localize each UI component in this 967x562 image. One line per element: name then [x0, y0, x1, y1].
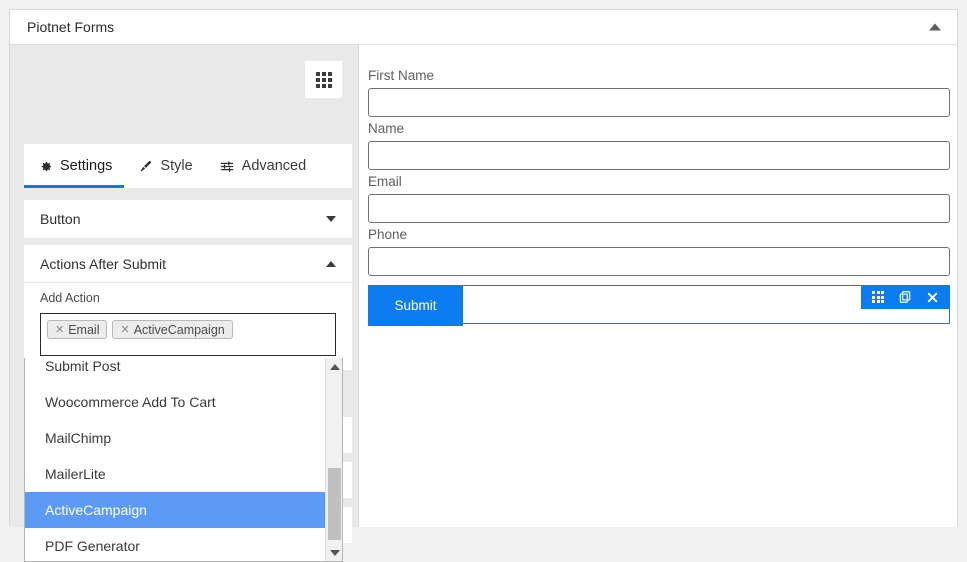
form-preview-panel: First Name Name Email Phone Submit	[359, 45, 957, 527]
input-first-name[interactable]	[368, 88, 950, 117]
chevron-up-icon[interactable]	[929, 23, 941, 31]
settings-panel: Settings Style Advanced Button Actions A…	[10, 45, 359, 562]
tab-settings-label: Settings	[60, 158, 113, 174]
add-action-dropdown[interactable]: Submit Post Woocommerce Add To Cart Mail…	[24, 358, 343, 562]
close-icon[interactable]: ✕	[120, 323, 129, 336]
submit-element-wrapper[interactable]: Submit	[368, 285, 950, 326]
caret-up-icon	[326, 260, 336, 267]
chip-email[interactable]: ✕ Email	[47, 320, 108, 339]
dropdown-option-mailerlite[interactable]: MailerLite	[25, 456, 325, 492]
submit-button[interactable]: Submit	[368, 285, 463, 326]
label-name: Name	[368, 121, 405, 136]
tab-settings[interactable]: Settings	[24, 144, 125, 188]
piotnet-forms-editor: Piotnet Forms Settings Style Advanced Bu…	[9, 9, 958, 562]
paintbrush-icon	[138, 159, 153, 174]
input-email[interactable]	[368, 194, 950, 223]
input-phone[interactable]	[368, 247, 950, 276]
dropdown-option-activecampaign[interactable]: ActiveCampaign	[25, 492, 325, 528]
grid-view-button[interactable]	[305, 61, 342, 98]
section-button-label: Button	[40, 211, 81, 227]
add-action-label: Add Action	[40, 291, 100, 305]
editor-body: Settings Style Advanced Button Actions A…	[10, 45, 957, 562]
dropdown-option-woocommerce-add-to-cart[interactable]: Woocommerce Add To Cart	[25, 384, 325, 420]
scroll-down-button[interactable]	[326, 544, 342, 561]
tab-style-label: Style	[160, 158, 193, 174]
window-title: Piotnet Forms	[27, 19, 115, 35]
duplicate-element-button[interactable]	[898, 290, 912, 304]
form-preview: First Name Name Email Phone Submit	[368, 68, 950, 326]
sliders-icon	[219, 159, 235, 174]
scrollbar-thumb[interactable]	[328, 468, 341, 540]
grid-icon	[872, 291, 884, 303]
chip-activecampaign[interactable]: ✕ ActiveCampaign	[112, 320, 233, 339]
settings-tabs: Settings Style Advanced	[24, 144, 352, 188]
label-phone: Phone	[368, 227, 408, 242]
tab-advanced-label: Advanced	[241, 158, 307, 174]
tab-advanced[interactable]: Advanced	[205, 144, 319, 188]
dropdown-option-pdf-generator[interactable]: PDF Generator	[25, 528, 325, 561]
chip-activecampaign-label: ActiveCampaign	[133, 322, 225, 337]
label-first-name: First Name	[368, 68, 435, 83]
triangle-up-icon	[329, 363, 340, 370]
label-email: Email	[368, 174, 402, 189]
edit-element-button[interactable]	[872, 291, 884, 303]
chip-email-label: Email	[68, 322, 100, 337]
dropdown-option-mailchimp[interactable]: MailChimp	[25, 420, 325, 456]
gear-icon	[38, 159, 53, 174]
add-action-option-list: Submit Post Woocommerce Add To Cart Mail…	[25, 358, 325, 561]
delete-element-button[interactable]	[926, 291, 939, 304]
triangle-down-icon	[329, 549, 340, 556]
input-name[interactable]	[368, 141, 950, 170]
dropdown-scrollbar[interactable]	[325, 358, 342, 561]
tab-style[interactable]: Style	[124, 144, 204, 188]
caret-down-icon	[326, 216, 336, 222]
grid-icon	[315, 71, 332, 88]
element-toolbar	[861, 285, 950, 309]
dropdown-option-submit-post[interactable]: Submit Post	[25, 358, 325, 384]
section-actions-label: Actions After Submit	[40, 255, 167, 272]
section-button[interactable]: Button	[24, 200, 352, 238]
close-icon[interactable]: ✕	[55, 323, 64, 336]
section-actions-after-submit[interactable]: Actions After Submit	[24, 245, 352, 283]
window-titlebar: Piotnet Forms	[10, 10, 957, 45]
add-action-tag-input[interactable]: ✕ Email ✕ ActiveCampaign	[40, 313, 336, 356]
scroll-up-button[interactable]	[326, 358, 342, 375]
add-action-block: Add Action ✕ Email ✕ ActiveCampaign	[24, 283, 352, 370]
